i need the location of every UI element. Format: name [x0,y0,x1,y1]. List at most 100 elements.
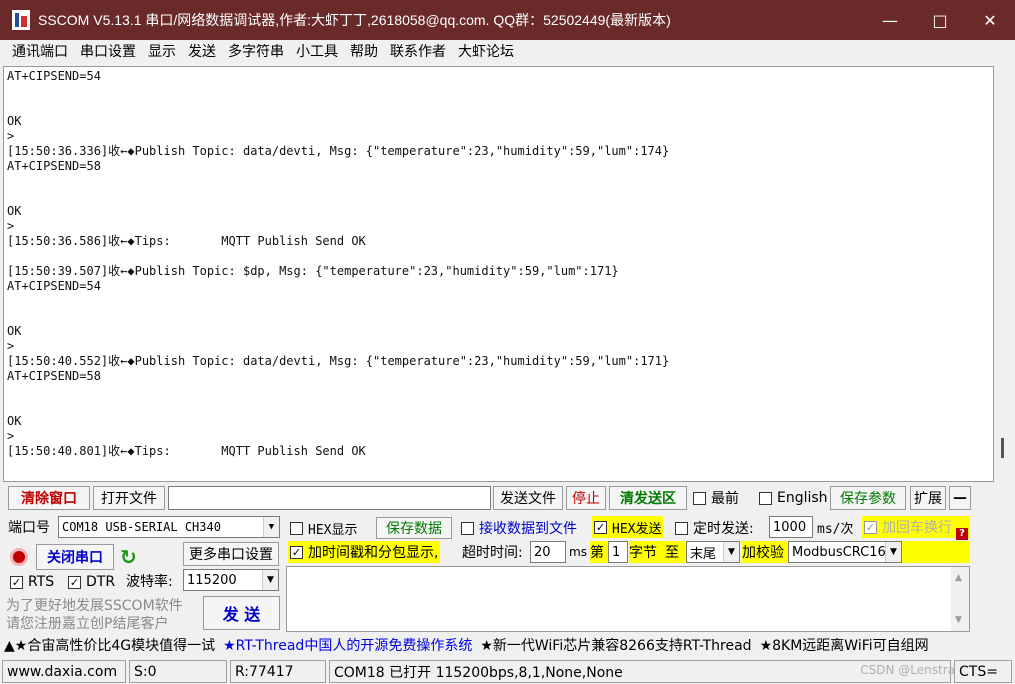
port-select[interactable]: COM18 USB-SERIAL CH340 ▼ [58,516,280,538]
news-ticker: ▲★合宙高性价比4G模块值得一试 ★RT-Thread中国人的开源免费操作系统 … [0,634,1015,656]
topmost-checkbox[interactable]: 最前 [693,488,739,508]
add-crlf-label: 加回车换行 [882,520,952,536]
more-port-settings-button[interactable]: 更多串口设置 [183,542,279,566]
topmost-label: 最前 [711,491,739,507]
timestamp-label: 加时间戳和分包显示, [308,545,439,561]
news-item-3[interactable]: ★新一代WiFi芯片兼容8266支持RT-Thread [480,635,751,655]
checksum-label: 加校验 [742,541,788,563]
timestamp-checkbox[interactable]: ✓ 加时间戳和分包显示, [288,541,441,563]
interval-input[interactable]: 1000 [769,516,813,538]
clear-window-button[interactable]: 清除窗口 [8,486,90,510]
help-icon[interactable]: ? [956,528,968,540]
byte-to-select[interactable]: 末尾 ▼ [686,541,740,563]
window-title: SSCOM V5.13.1 串口/网络数据调试器,作者:大虾丁丁,2618058… [38,12,671,28]
hex-send-checkbox[interactable]: ✓ HEX发送 [592,516,664,538]
checkbox-checked-icon: ✓ [594,520,607,534]
clear-send-button[interactable]: 清发送区 [609,486,687,510]
close-port-button[interactable]: 关闭串口 [36,544,114,570]
refresh-icon[interactable]: ↻ [120,545,137,569]
promo-line-1: 为了更好地发展SSCOM软件 [6,598,183,614]
menu-help[interactable]: 帮助 [344,40,384,65]
scroll-down-icon[interactable]: ▼ [955,615,962,625]
baud-value: 115200 [187,572,237,588]
watermark: CSDN @Lenstra [860,663,955,677]
news-item-1[interactable]: ▲★合宙高性价比4G模块值得一试 [4,635,215,655]
minimize-button[interactable]: — [865,0,915,40]
byte-to-value: 末尾 [690,546,717,562]
close-button[interactable]: ✕ [965,0,1015,40]
stop-button[interactable]: 停止 [566,486,606,510]
chevron-down-icon: ▼ [723,542,739,562]
send-textarea[interactable]: ▲ ▼ [286,566,970,632]
chevron-down-icon: ▼ [263,517,279,537]
terminal-scrollbar[interactable] [994,66,1012,482]
checkbox-checked-icon: ✓ [10,575,23,589]
send-file-button[interactable]: 发送文件 [493,486,563,510]
byte-unit-label: 字节 [629,545,657,561]
minimize-icon: — [882,10,898,30]
menu-multi-string[interactable]: 多字符串 [222,40,290,65]
menu-tools[interactable]: 小工具 [290,40,344,65]
close-icon: ✕ [983,10,997,30]
open-file-button[interactable]: 打开文件 [93,486,165,510]
news-item-2[interactable]: ★RT-Thread中国人的开源免费操作系统 [223,635,472,655]
dtr-label: DTR [86,574,116,590]
checkbox-box [675,521,688,535]
timeout-input[interactable]: 20 [530,541,566,563]
menu-forum[interactable]: 大虾论坛 [452,40,520,65]
byte-range-label: 字节 至 [629,541,686,563]
byte-from-input[interactable]: 1 [608,541,628,563]
send-scrollbar[interactable]: ▲ ▼ [951,567,969,631]
save-params-button[interactable]: 保存参数 [830,486,906,510]
scrollbar-thumb[interactable] [1001,438,1004,458]
chevron-down-icon: ▼ [262,570,278,590]
dtr-checkbox[interactable]: ✓ DTR [68,572,115,592]
maximize-button[interactable]: □ [915,0,965,40]
baud-select[interactable]: 115200 ▼ [183,569,279,591]
terminal-output: AT+CIPSEND=54 OK > [15:50:36.336]收←◆Publ… [7,69,670,458]
status-bar: www.daxia.com S:0 R:77417 COM18 已打开 1152… [0,659,1015,684]
expand-button[interactable]: 扩展 [910,486,946,510]
menu-send[interactable]: 发送 [182,40,222,65]
recv-to-file-checkbox[interactable]: 接收数据到文件 [461,518,577,538]
checkbox-checked-icon: ✓ [290,545,303,559]
checksum-select[interactable]: ModbusCRC16 ▼ [788,541,902,563]
add-crlf-checkbox[interactable]: ✓ 加回车换行 [862,516,970,538]
file-path-input[interactable] [168,486,491,510]
app-icon [12,10,30,30]
save-data-button[interactable]: 保存数据 [376,517,452,539]
hex-display-checkbox[interactable]: HEX显示 [290,518,357,538]
checkbox-box [759,491,772,505]
checkbox-box [290,521,303,535]
checkbox-box [461,521,474,535]
menu-port-settings[interactable]: 串口设置 [74,40,142,65]
timed-send-checkbox[interactable]: 定时发送: [675,518,754,538]
send-button[interactable]: 发 送 [203,596,280,630]
byte-from-label: 第 [590,541,608,563]
receive-terminal[interactable]: AT+CIPSEND=54 OK > [15:50:36.336]收←◆Publ… [3,66,994,482]
news-item-4[interactable]: ★8KM远距离WiFi可自组网 [760,635,929,655]
port-status-icon [10,548,28,566]
checksum-value: ModbusCRC16 [792,544,886,560]
port-label: 端口号 [8,520,50,536]
collapse-button[interactable]: — [949,486,971,510]
maximize-icon: □ [932,10,948,30]
title-bar: SSCOM V5.13.1 串口/网络数据调试器,作者:大虾丁丁,2618058… [0,0,1015,40]
timeout-label: 超时时间: [462,545,523,561]
english-label: English [777,490,828,506]
english-checkbox[interactable]: English [759,488,828,508]
timeout-unit: ms [569,545,587,559]
yellow-filler: ? [902,528,970,563]
checkbox-box [693,491,706,505]
menu-display[interactable]: 显示 [142,40,182,65]
status-website[interactable]: www.daxia.com [2,660,126,683]
checkbox-checked-icon: ✓ [68,575,81,589]
scroll-up-icon[interactable]: ▲ [955,573,962,583]
rts-checkbox[interactable]: ✓ RTS [10,572,54,592]
checkbox-checked-icon: ✓ [864,520,877,534]
hex-display-label: HEX显示 [308,522,358,538]
rts-label: RTS [28,574,55,590]
menu-contact-author[interactable]: 联系作者 [384,40,452,65]
menu-comm-port[interactable]: 通讯端口 [6,40,74,65]
recv-to-file-label: 接收数据到文件 [479,521,577,537]
